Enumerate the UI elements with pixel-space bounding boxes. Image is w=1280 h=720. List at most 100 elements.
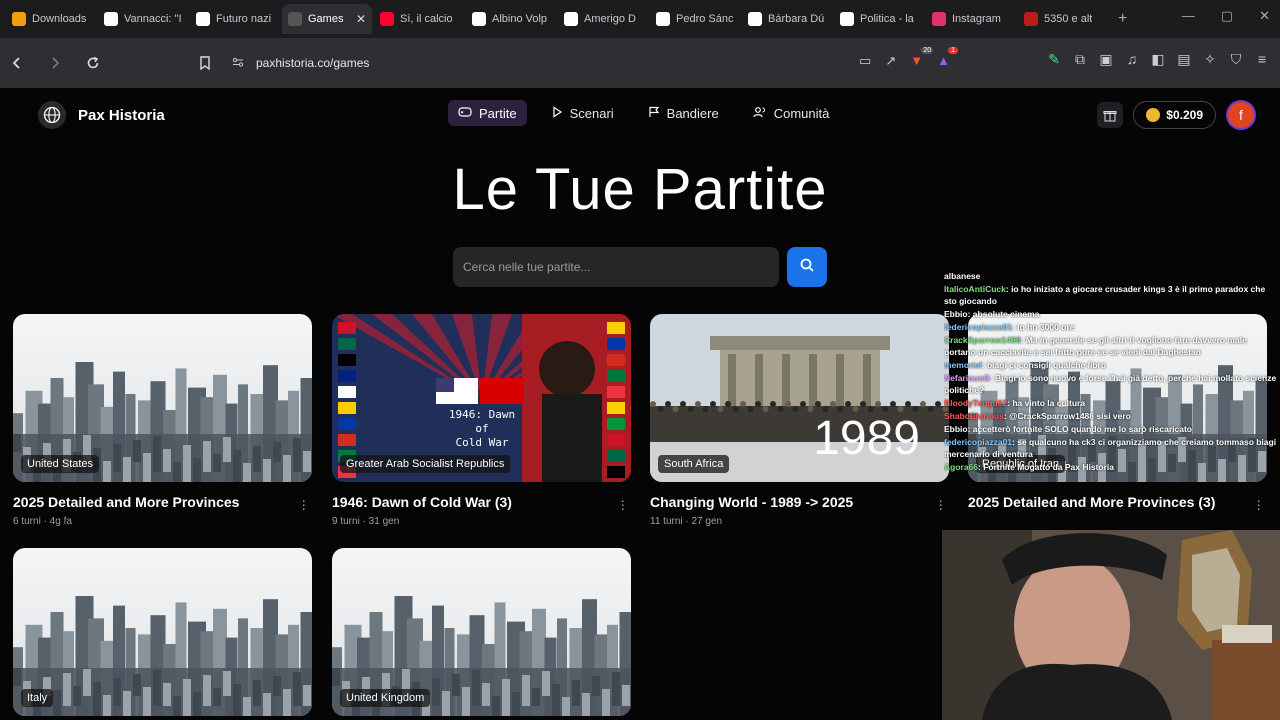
search-input[interactable] — [463, 260, 779, 274]
back-icon[interactable] — [4, 50, 30, 76]
game-thumbnail[interactable]: 1989 South Africa — [650, 314, 949, 482]
search-button[interactable] — [787, 247, 827, 287]
tab-title: Sì, il calcio — [400, 13, 453, 25]
url-actions: ▭ ↗ ▼ 20 ▲ 1 — [859, 47, 958, 69]
reload-icon[interactable] — [80, 50, 106, 76]
alert-badge: 1 — [948, 47, 958, 54]
browser-toolbar: paxhistoria.co/games ▭ ↗ ▼ 20 ▲ 1 ✎ ⧉ ▣ ♫ … — [0, 38, 1280, 88]
chat-text: : absolute cinema — [967, 309, 1040, 319]
game-card[interactable]: Italy — [13, 548, 312, 716]
tab-favicon-icon — [564, 12, 578, 26]
nav-bandiere[interactable]: Bandiere — [638, 100, 729, 126]
chat-username: NefariousG — [944, 373, 990, 383]
cast-icon[interactable]: ▭ — [859, 53, 871, 69]
vpn-icon[interactable]: ⛉ — [1228, 51, 1244, 67]
game-title[interactable]: 2025 Detailed and More Provinces — [13, 494, 312, 510]
chat-message: federicopiazza01: io ho 3000 ore — [944, 321, 1280, 333]
pen-extension-icon[interactable]: ✎ — [1046, 51, 1062, 67]
sidebar-icon[interactable]: ◧ — [1150, 51, 1166, 67]
coin-icon — [1146, 108, 1161, 122]
more-options-icon[interactable]: · · · — [301, 493, 306, 515]
svg-text:1946: Dawn: 1946: Dawn — [449, 408, 515, 421]
chat-text: albanese — [944, 271, 981, 281]
share-icon[interactable]: ↗ — [885, 53, 896, 69]
flag-icon — [648, 106, 660, 121]
game-title[interactable]: 1946: Dawn of Cold War (3) — [332, 494, 631, 510]
tab-title: Instagram — [952, 13, 1001, 25]
browser-tab[interactable]: Vannacci: "I — [98, 4, 188, 34]
game-card[interactable]: 1989 South Africa Changing World - 1989 ->… — [650, 314, 949, 527]
nav-scenari[interactable]: Scenari — [541, 100, 624, 126]
browser-tab[interactable]: Futuro nazi — [190, 4, 280, 34]
game-card[interactable]: United States 2025 Detailed and More Prov… — [13, 314, 312, 527]
nav-partite[interactable]: Partite — [448, 100, 527, 126]
browser-tab[interactable]: Bárbara Dú — [742, 4, 832, 34]
tab-favicon-icon — [1024, 12, 1038, 26]
brave-rewards-icon[interactable]: ▲ 1 — [937, 47, 958, 69]
forward-icon[interactable] — [42, 50, 68, 76]
nation-badge: South Africa — [658, 455, 730, 473]
close-window-icon[interactable]: ✕ — [1259, 8, 1270, 24]
site-info-icon[interactable] — [232, 56, 244, 71]
brave-badge: 20 — [921, 47, 934, 54]
chat-text: : biagi ci consigli qualche libro — [981, 360, 1107, 370]
address-bar[interactable]: paxhistoria.co/games — [222, 47, 960, 79]
media-icon[interactable]: ♫ — [1124, 51, 1140, 67]
webcam-overlay — [942, 530, 1280, 720]
browser-tab[interactable]: Instagram — [926, 4, 1016, 34]
avatar[interactable]: f — [1226, 100, 1256, 130]
more-options-icon[interactable]: · · · — [620, 493, 625, 515]
chat-text: : Biagi io sono nuovo e forse l'hai già … — [944, 373, 1277, 395]
tab-title: Amerigo D — [584, 13, 636, 25]
puzzle-extension-icon[interactable]: ⧉ — [1072, 51, 1088, 67]
gift-icon[interactable] — [1097, 102, 1124, 128]
chat-message: ShaboElurious: @CrackSparrow1488 sisi ve… — [944, 410, 1280, 422]
tab-favicon-icon — [840, 12, 854, 26]
bookmark-icon[interactable] — [192, 50, 218, 76]
brave-shields-icon[interactable]: ▼ 20 — [910, 47, 934, 69]
browser-tab[interactable]: Amerigo D — [558, 4, 648, 34]
browser-tab[interactable]: Pedro Sánc — [650, 4, 740, 34]
nav-comunita[interactable]: Comunità — [743, 100, 840, 126]
leo-ai-icon[interactable]: ✧ — [1202, 51, 1218, 67]
new-tab-button[interactable]: + — [1118, 10, 1127, 28]
browser-tab[interactable]: Sì, il calcio — [374, 4, 464, 34]
browser-tab[interactable]: Games ✕ — [282, 4, 372, 34]
browser-tab[interactable]: 5350 e alt — [1018, 4, 1108, 34]
menu-icon[interactable]: ≡ — [1254, 51, 1270, 67]
browser-tab[interactable]: Politica - la — [834, 4, 924, 34]
screenshot-icon[interactable]: ▣ — [1098, 51, 1114, 67]
more-options-icon[interactable]: · · · — [938, 493, 943, 515]
game-card[interactable]: United Kingdom — [332, 548, 631, 716]
chat-username: federicopiazza01 — [944, 437, 1013, 447]
globe-icon — [38, 101, 66, 129]
game-card[interactable]: 1946: Dawn of Cold War Greater Arab Sociali… — [332, 314, 631, 527]
browser-tab[interactable]: Downloads — [6, 4, 96, 34]
tab-favicon-icon — [748, 12, 762, 26]
wallet-icon[interactable]: ▤ — [1176, 51, 1192, 67]
game-title[interactable]: Changing World - 1989 -> 2025 — [650, 494, 949, 510]
chat-message: Ebbio: absolute cinema — [944, 308, 1280, 320]
close-tab-icon[interactable]: ✕ — [356, 12, 366, 26]
game-meta: 11 turni · 27 gen — [650, 516, 723, 527]
nav-label: Comunità — [773, 105, 830, 121]
nation-badge: Greater Arab Socialist Republics — [340, 455, 511, 473]
tab-favicon-icon — [472, 12, 486, 26]
balance-pill[interactable]: $0.209 — [1133, 101, 1216, 129]
browser-tab[interactable]: Albino Volp — [466, 4, 556, 34]
minimize-icon[interactable]: — — [1182, 8, 1195, 24]
game-thumbnail[interactable]: United States — [13, 314, 312, 482]
game-thumbnail[interactable]: 1946: Dawn of Cold War Greater Arab Sociali… — [332, 314, 631, 482]
game-thumbnail[interactable]: United Kingdom — [332, 548, 631, 716]
maximize-icon[interactable]: ▢ — [1221, 8, 1233, 24]
game-thumbnail[interactable]: Italy — [13, 548, 312, 716]
tab-favicon-icon — [288, 12, 302, 26]
chat-text: : @CrackSparrow1488 sisi vero — [1003, 411, 1131, 421]
main-nav: Partite Scenari Bandiere Comunità — [448, 100, 839, 126]
brand-logo[interactable]: Pax Historia — [38, 101, 165, 129]
nation-badge: United Kingdom — [340, 689, 431, 707]
tab-favicon-icon — [656, 12, 670, 26]
url-text: paxhistoria.co/games — [256, 56, 370, 70]
browser-tab-strip: Downloads Vannacci: "I Futuro nazi Games ✕ Sì… — [0, 0, 1280, 38]
search-icon — [799, 257, 815, 278]
